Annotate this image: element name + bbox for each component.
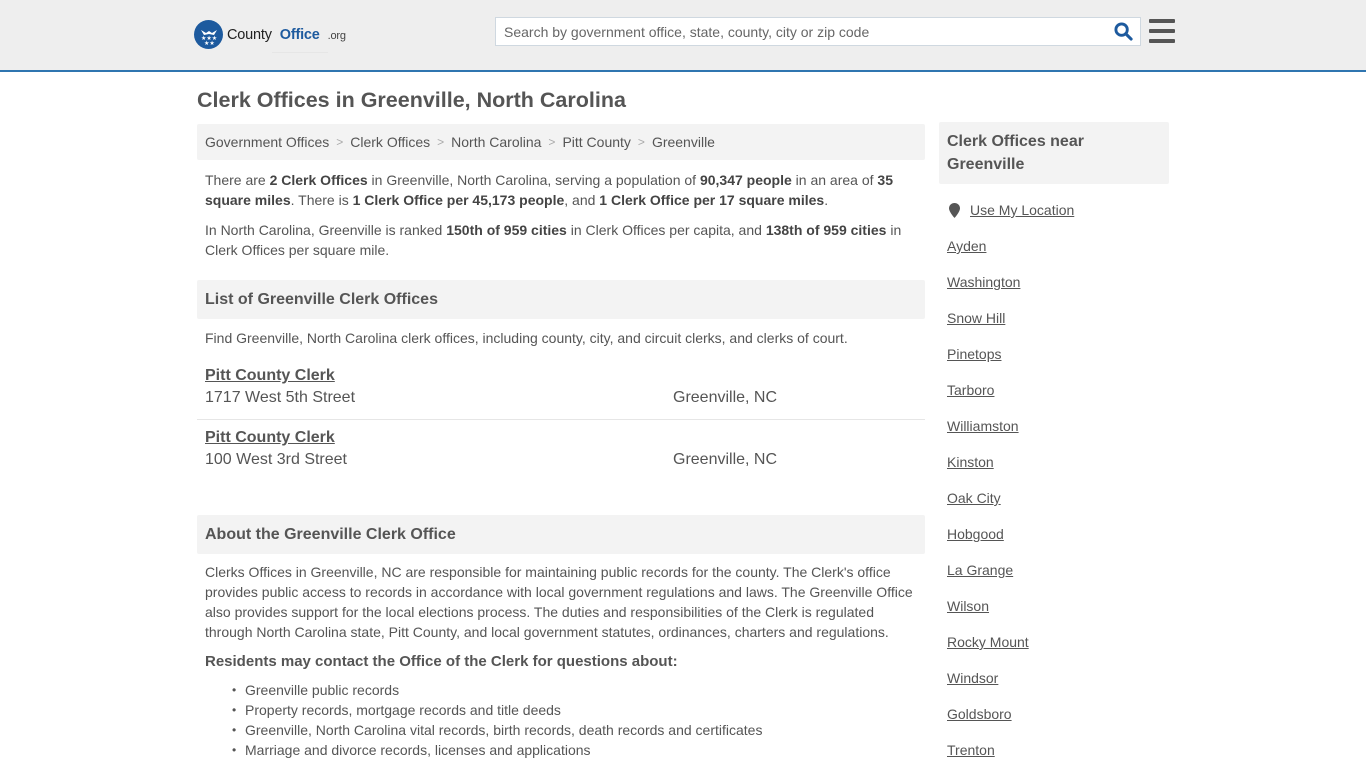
breadcrumb: Government Offices > Clerk Offices > Nor…	[197, 124, 925, 160]
hamburger-menu-icon	[1149, 19, 1175, 23]
site-logo[interactable]: ★★★ ★★ County Office .org	[194, 18, 346, 53]
nearby-city-link[interactable]: Pinetops	[947, 346, 1001, 362]
nearby-cities-list: Ayden Washington Snow Hill Pinetops Tarb…	[939, 228, 1169, 768]
logo-wordmark: County Office .org	[227, 18, 346, 53]
office-address: 100 West 3rd Street	[205, 451, 347, 468]
ranking-paragraph: In North Carolina, Greenville is ranked …	[205, 222, 902, 258]
office-list-item: Pitt County Clerk 100 West 3rd Street Gr…	[197, 420, 925, 481]
about-section-heading: About the Greenville Clerk Office	[197, 515, 925, 554]
list-intro: Find Greenville, North Carolina clerk of…	[205, 330, 848, 346]
nearby-city-link[interactable]: Snow Hill	[947, 310, 1005, 326]
questions-list: Greenville public records Property recor…	[197, 680, 925, 760]
breadcrumb-separator: >	[637, 135, 645, 149]
breadcrumb-government-offices[interactable]: Government Offices	[205, 134, 329, 150]
map-pin-icon	[949, 202, 960, 218]
nearby-city-link[interactable]: Oak City	[947, 490, 1001, 506]
svg-text:★★: ★★	[204, 40, 215, 46]
nearby-city-link[interactable]: Kinston	[947, 454, 994, 470]
questions-list-item: Greenville public records	[232, 680, 925, 700]
breadcrumb-north-carolina[interactable]: North Carolina	[451, 134, 541, 150]
nearby-city-item: Snow Hill	[947, 300, 1169, 336]
breadcrumb-greenville[interactable]: Greenville	[652, 134, 715, 150]
questions-subheading: Residents may contact the Office of the …	[205, 653, 678, 670]
search-input[interactable]	[496, 18, 1106, 45]
breadcrumb-pitt-county[interactable]: Pitt County	[562, 134, 630, 150]
search-bar	[495, 17, 1141, 46]
office-city: Greenville, NC	[673, 389, 778, 406]
office-name-link[interactable]: Pitt County Clerk	[205, 428, 335, 448]
office-list-item: Pitt County Clerk 1717 West 5th Street G…	[197, 358, 925, 420]
sidebar-heading: Clerk Offices near Greenville	[939, 122, 1169, 184]
list-section-heading: List of Greenville Clerk Offices	[197, 280, 925, 319]
nearby-city-link[interactable]: Windsor	[947, 670, 998, 686]
nearby-city-item: Washington	[947, 264, 1169, 300]
nearby-city-item: Kinston	[947, 444, 1169, 480]
nearby-city-link[interactable]: Wilson	[947, 598, 989, 614]
questions-list-item: Property records, mortgage records and t…	[232, 700, 925, 720]
nearby-city-link[interactable]: Washington	[947, 274, 1020, 290]
nearby-city-link[interactable]: Rocky Mount	[947, 634, 1029, 650]
nearby-city-link[interactable]: Tarboro	[947, 382, 994, 398]
nearby-city-item: Rocky Mount	[947, 624, 1169, 660]
nearby-city-item: Pinetops	[947, 336, 1169, 372]
nearby-city-item: Trenton	[947, 732, 1169, 768]
nearby-city-item: Hobgood	[947, 516, 1169, 552]
questions-list-item: Marriage and divorce records, licenses a…	[232, 740, 925, 760]
nearby-city-item: Oak City	[947, 480, 1169, 516]
page-title: Clerk Offices in Greenville, North Carol…	[197, 88, 626, 112]
sidebar: Clerk Offices near Greenville Use My Loc…	[939, 122, 1169, 768]
nearby-city-link[interactable]: Trenton	[947, 742, 995, 758]
office-address: 1717 West 5th Street	[205, 389, 356, 406]
office-list: Pitt County Clerk 1717 West 5th Street G…	[197, 358, 925, 481]
nearby-city-link[interactable]: Hobgood	[947, 526, 1004, 542]
breadcrumb-separator: >	[548, 135, 556, 149]
eagle-stars-icon: ★★★ ★★	[194, 20, 223, 49]
nearby-city-link[interactable]: La Grange	[947, 562, 1013, 578]
nearby-city-item: Tarboro	[947, 372, 1169, 408]
search-button[interactable]	[1106, 18, 1140, 45]
breadcrumb-clerk-offices[interactable]: Clerk Offices	[350, 134, 430, 150]
breadcrumb-separator: >	[437, 135, 445, 149]
site-header: ★★★ ★★ County Office .org	[0, 0, 1366, 72]
office-name-link[interactable]: Pitt County Clerk	[205, 366, 335, 386]
nearby-city-link[interactable]: Goldsboro	[947, 706, 1012, 722]
nearby-city-link[interactable]: Ayden	[947, 238, 986, 254]
questions-list-item: Greenville, North Carolina vital records…	[232, 720, 925, 740]
breadcrumb-separator: >	[336, 135, 344, 149]
nearby-city-link[interactable]: Williamston	[947, 418, 1019, 434]
use-my-location-link[interactable]: Use My Location	[970, 202, 1074, 218]
search-icon	[1113, 22, 1133, 41]
nearby-city-item: Ayden	[947, 228, 1169, 264]
nearby-city-item: Williamston	[947, 408, 1169, 444]
nearby-city-item: Goldsboro	[947, 696, 1169, 732]
main-content: Government Offices > Clerk Offices > Nor…	[197, 124, 925, 760]
nearby-city-item: Wilson	[947, 588, 1169, 624]
summary-paragraph: There are 2 Clerk Offices in Greenville,…	[205, 172, 893, 208]
office-city: Greenville, NC	[673, 451, 778, 468]
nearby-city-item: Windsor	[947, 660, 1169, 696]
nearby-city-item: La Grange	[947, 552, 1169, 588]
about-paragraph: Clerks Offices in Greenville, NC are res…	[205, 564, 913, 640]
hamburger-menu-button[interactable]	[1149, 19, 1175, 43]
use-my-location: Use My Location	[939, 202, 1169, 218]
